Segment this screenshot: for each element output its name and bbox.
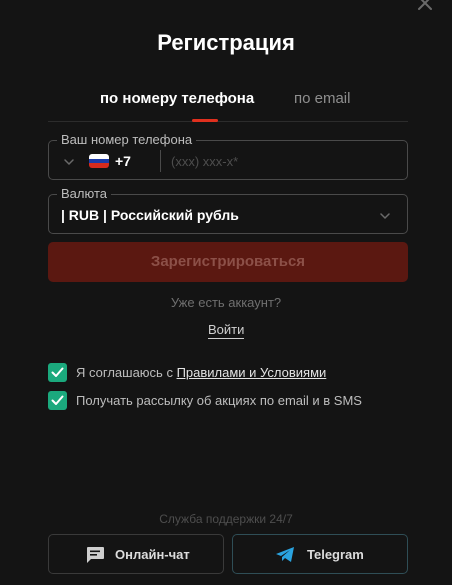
phone-field: Ваш номер телефона +7 bbox=[48, 132, 408, 180]
support-label: Служба поддержки 24/7 bbox=[159, 512, 293, 526]
field-divider bbox=[160, 150, 161, 172]
active-tab-indicator bbox=[192, 119, 218, 122]
login-link[interactable]: Войти bbox=[208, 322, 245, 339]
telegram-icon bbox=[276, 547, 294, 562]
tab-by-phone[interactable]: по номеру телефона bbox=[100, 90, 254, 121]
have-account-text: Уже есть аккаунт? bbox=[170, 295, 282, 310]
telegram-button[interactable]: Telegram bbox=[232, 534, 408, 574]
telegram-label: Telegram bbox=[307, 547, 364, 562]
phone-field-label: Ваш номер телефона bbox=[57, 132, 197, 148]
newsletter-checkbox[interactable] bbox=[48, 391, 67, 410]
currency-field-label: Валюта bbox=[57, 186, 111, 202]
checkmark-icon bbox=[51, 395, 64, 405]
registration-tabs: по номеру телефона по email bbox=[48, 90, 408, 122]
chevron-down-icon bbox=[64, 159, 74, 166]
register-button[interactable]: Зарегистрироваться bbox=[48, 242, 408, 282]
page-title: Регистрация bbox=[157, 30, 295, 55]
phone-input[interactable] bbox=[171, 150, 399, 172]
close-icon bbox=[418, 0, 432, 10]
chat-icon bbox=[87, 547, 104, 563]
checkmark-icon bbox=[51, 367, 64, 377]
terms-text-prefix: Я соглашаюсь с bbox=[76, 365, 177, 380]
newsletter-text: Получать рассылку об акциях по email и в… bbox=[76, 393, 362, 408]
currency-value: | RUB | Российский рубль bbox=[61, 207, 239, 223]
terms-checkbox[interactable] bbox=[48, 363, 67, 382]
tab-by-email[interactable]: по email bbox=[294, 90, 350, 121]
close-button[interactable] bbox=[416, 0, 434, 12]
currency-select[interactable]: Валюта | RUB | Российский рубль bbox=[48, 186, 408, 234]
chevron-down-icon bbox=[379, 209, 391, 221]
rules-link[interactable]: Правилами и Условиями bbox=[177, 365, 327, 380]
online-chat-button[interactable]: Онлайн-чат bbox=[48, 534, 224, 574]
terms-text: Я соглашаюсь с Правилами и Условиями bbox=[76, 365, 326, 380]
country-selector[interactable] bbox=[63, 155, 75, 167]
russia-flag-icon[interactable] bbox=[89, 154, 109, 168]
online-chat-label: Онлайн-чат bbox=[115, 547, 190, 562]
dial-code: +7 bbox=[115, 153, 131, 169]
